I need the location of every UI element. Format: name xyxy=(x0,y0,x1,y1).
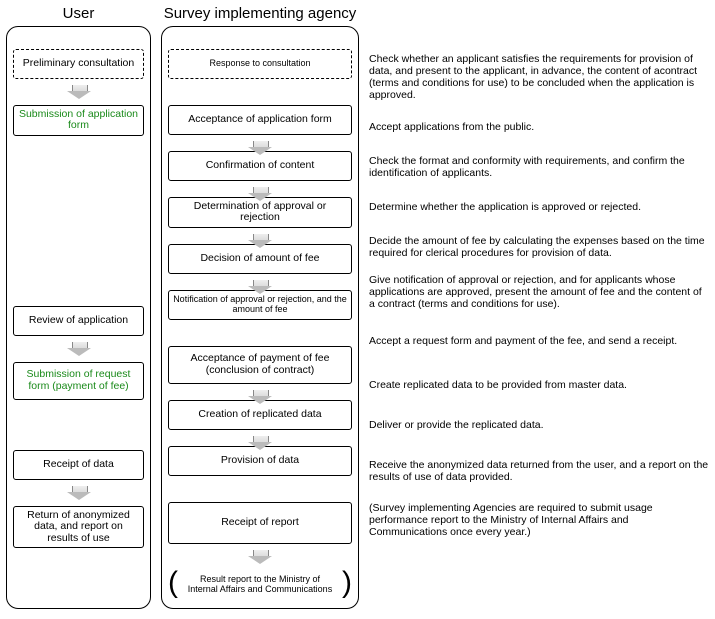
lane-header-user: User xyxy=(6,6,151,22)
down-arrow-icon xyxy=(248,550,272,564)
agency-lane: Response to consultation Acceptance of a… xyxy=(161,26,359,609)
desc-determine: Determine whether the application is app… xyxy=(369,192,709,222)
desc-header xyxy=(369,6,709,26)
down-arrow-icon xyxy=(248,187,272,201)
down-arrow-icon xyxy=(67,486,91,500)
desc-accept-applications: Accept applications from the public. xyxy=(369,112,709,142)
desc-notify: Give notification of approval or rejecti… xyxy=(369,272,709,312)
step-acceptance-application: Acceptance of application form xyxy=(168,105,352,135)
descriptions-column: Check whether an applicant satisfies the… xyxy=(369,26,709,609)
desc-deliver: Deliver or provide the replicated data. xyxy=(369,410,709,440)
desc-result-ministry: (Survey implementing Agencies are requir… xyxy=(369,502,709,538)
down-arrow-icon xyxy=(67,85,91,99)
step-return-report: Return of anonymized data, and report on… xyxy=(13,506,144,549)
desc-decide-fee: Decide the amount of fee by calculating … xyxy=(369,232,709,262)
step-submission-application: Submission of application form xyxy=(13,105,144,136)
user-lane: Preliminary consultation Submission of a… xyxy=(6,26,151,609)
step-result-report-ministry: Result report to the Ministry of Interna… xyxy=(168,570,352,600)
step-response-consultation: Response to consultation xyxy=(168,49,352,79)
down-arrow-icon xyxy=(248,141,272,155)
down-arrow-icon xyxy=(248,390,272,404)
step-receipt-data: Receipt of data xyxy=(13,450,144,480)
step-determination: Determination of approval or rejection xyxy=(168,197,352,228)
step-submission-request: Submission of request form (payment of f… xyxy=(13,362,144,400)
swimlane-diagram: User Survey implementing agency Prelimin… xyxy=(6,6,709,609)
step-provision-data: Provision of data xyxy=(168,446,352,476)
step-acceptance-payment: Acceptance of payment of fee (conclusion… xyxy=(168,346,352,384)
step-preliminary-consultation: Preliminary consultation xyxy=(13,49,144,79)
down-arrow-icon xyxy=(67,342,91,356)
desc-consultation: Check whether an applicant satisfies the… xyxy=(369,52,709,102)
step-confirmation-content: Confirmation of content xyxy=(168,151,352,181)
step-receipt-report: Receipt of report xyxy=(168,502,352,544)
step-notification: Notification of approval or rejection, a… xyxy=(168,290,352,320)
desc-create-replicated: Create replicated data to be provided fr… xyxy=(369,370,709,400)
down-arrow-icon xyxy=(248,436,272,450)
desc-accept-request: Accept a request form and payment of the… xyxy=(369,322,709,360)
step-decision-fee: Decision of amount of fee xyxy=(168,244,352,274)
desc-receive-returned: Receive the anonymized data returned fro… xyxy=(369,450,709,492)
lane-header-agency: Survey implementing agency xyxy=(161,6,359,22)
down-arrow-icon xyxy=(248,234,272,248)
down-arrow-icon xyxy=(248,280,272,294)
step-review-application: Review of application xyxy=(13,306,144,336)
desc-check-format: Check the format and conformity with req… xyxy=(369,152,709,182)
step-creation-replicated: Creation of replicated data xyxy=(168,400,352,430)
